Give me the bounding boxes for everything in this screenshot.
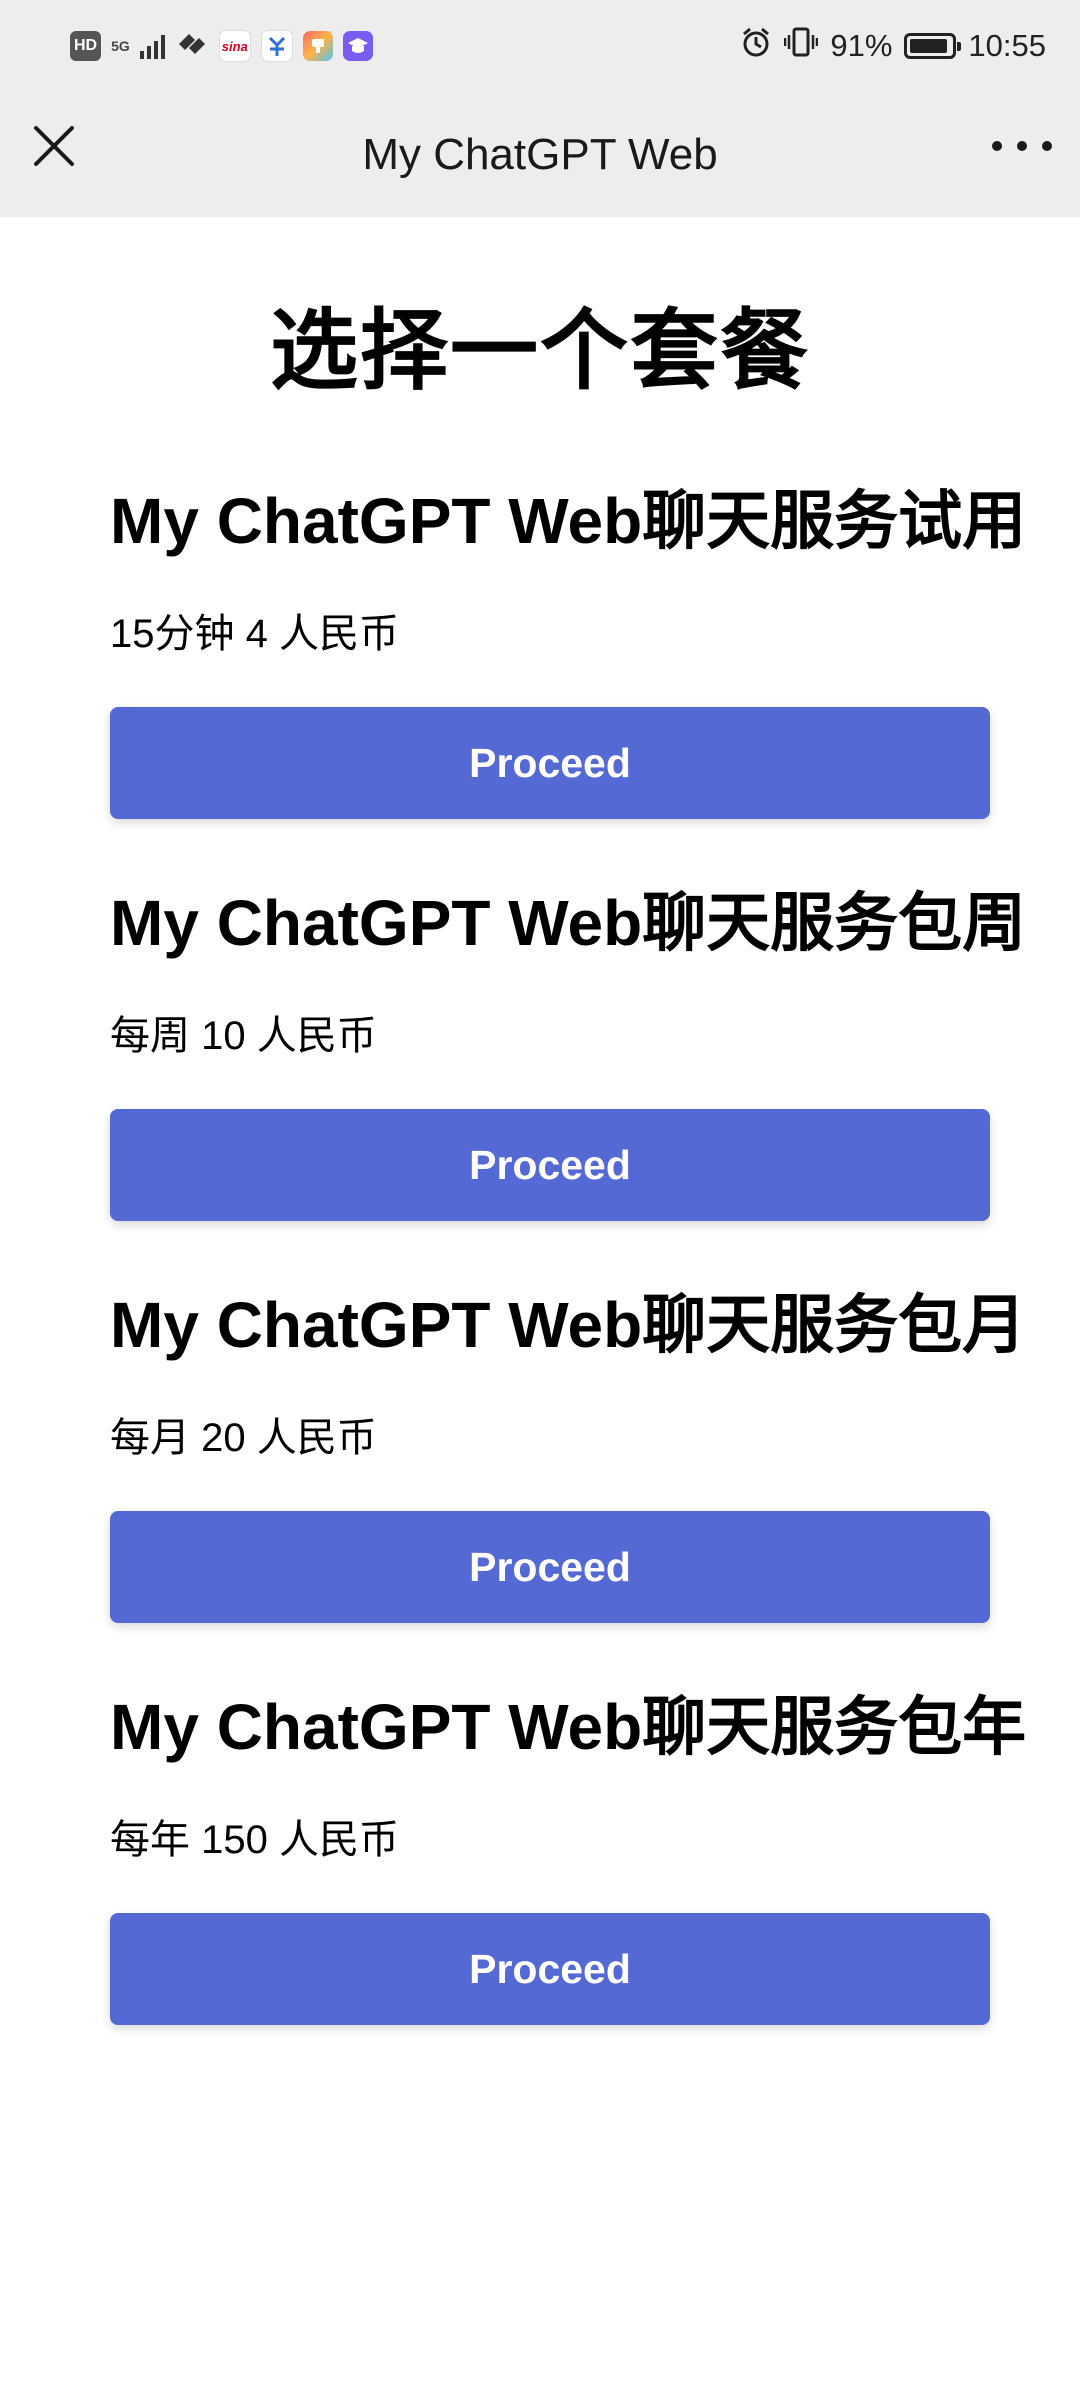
nav-bar: My ChatGPT Web bbox=[0, 92, 1080, 217]
close-button[interactable] bbox=[30, 122, 78, 170]
hd-icon: HD bbox=[70, 31, 102, 61]
network-type-label: 5G bbox=[111, 38, 130, 54]
plan-title: My ChatGPT Web聊天服务包周 bbox=[110, 887, 1027, 959]
battery-percent: 91% bbox=[830, 28, 893, 63]
close-icon bbox=[34, 126, 74, 166]
proceed-button[interactable]: Proceed bbox=[110, 1109, 990, 1221]
plan-price: 15分钟 4 人民币 bbox=[110, 612, 399, 656]
status-right: 91% 10:55 bbox=[740, 26, 1046, 66]
plan-card: My ChatGPT Web聊天服务包月 每月 20 人民币 Proceed bbox=[110, 1285, 1027, 1623]
page-title: 选择一个套餐 bbox=[269, 301, 810, 400]
plan-price: 每月 20 人民币 bbox=[110, 1416, 377, 1460]
proceed-button[interactable]: Proceed bbox=[110, 707, 990, 819]
plan-price: 每周 10 人民币 bbox=[110, 1014, 377, 1058]
plan-price: 每年 150 人民币 bbox=[110, 1818, 399, 1862]
more-dot bbox=[992, 141, 1002, 151]
more-dot bbox=[1042, 141, 1052, 151]
nav-title: My ChatGPT Web bbox=[362, 129, 718, 179]
more-dot bbox=[1017, 141, 1027, 151]
plan-card: My ChatGPT Web聊天服务包年 每年 150 人民币 Proceed bbox=[110, 1687, 1027, 2025]
more-options-button[interactable] bbox=[992, 122, 1052, 170]
app-icon-colorful bbox=[302, 31, 333, 61]
vibrate-icon bbox=[784, 26, 819, 66]
plan-card: My ChatGPT Web聊天服务试用 15分钟 4 人民币 Proceed bbox=[110, 481, 1027, 819]
signal-icon bbox=[139, 33, 165, 59]
plan-title: My ChatGPT Web聊天服务包月 bbox=[110, 1289, 1027, 1361]
wifi-icon bbox=[175, 30, 209, 63]
app-icon-blue bbox=[260, 30, 293, 62]
alarm-icon bbox=[740, 26, 772, 66]
clock-time: 10:55 bbox=[968, 28, 1046, 63]
main-content: 选择一个套餐 My ChatGPT Web聊天服务试用 15分钟 4 人民币 P… bbox=[0, 217, 1080, 2025]
network-type-icon: 5G bbox=[111, 39, 130, 53]
plan-title: My ChatGPT Web聊天服务包年 bbox=[110, 1691, 1027, 1763]
status-left: HD 5G sina bbox=[70, 30, 373, 63]
graduation-cap-icon bbox=[342, 31, 373, 61]
plan-title: My ChatGPT Web聊天服务试用 bbox=[110, 485, 1027, 557]
plan-card: My ChatGPT Web聊天服务包周 每周 10 人民币 Proceed bbox=[110, 883, 1027, 1221]
sina-app-icon: sina bbox=[218, 30, 251, 62]
proceed-button[interactable]: Proceed bbox=[110, 1511, 990, 1623]
battery-fill bbox=[910, 39, 947, 53]
proceed-button[interactable]: Proceed bbox=[110, 1913, 990, 2025]
status-bar: HD 5G sina 91% 10:55 bbox=[0, 0, 1080, 92]
battery-icon bbox=[904, 33, 962, 59]
